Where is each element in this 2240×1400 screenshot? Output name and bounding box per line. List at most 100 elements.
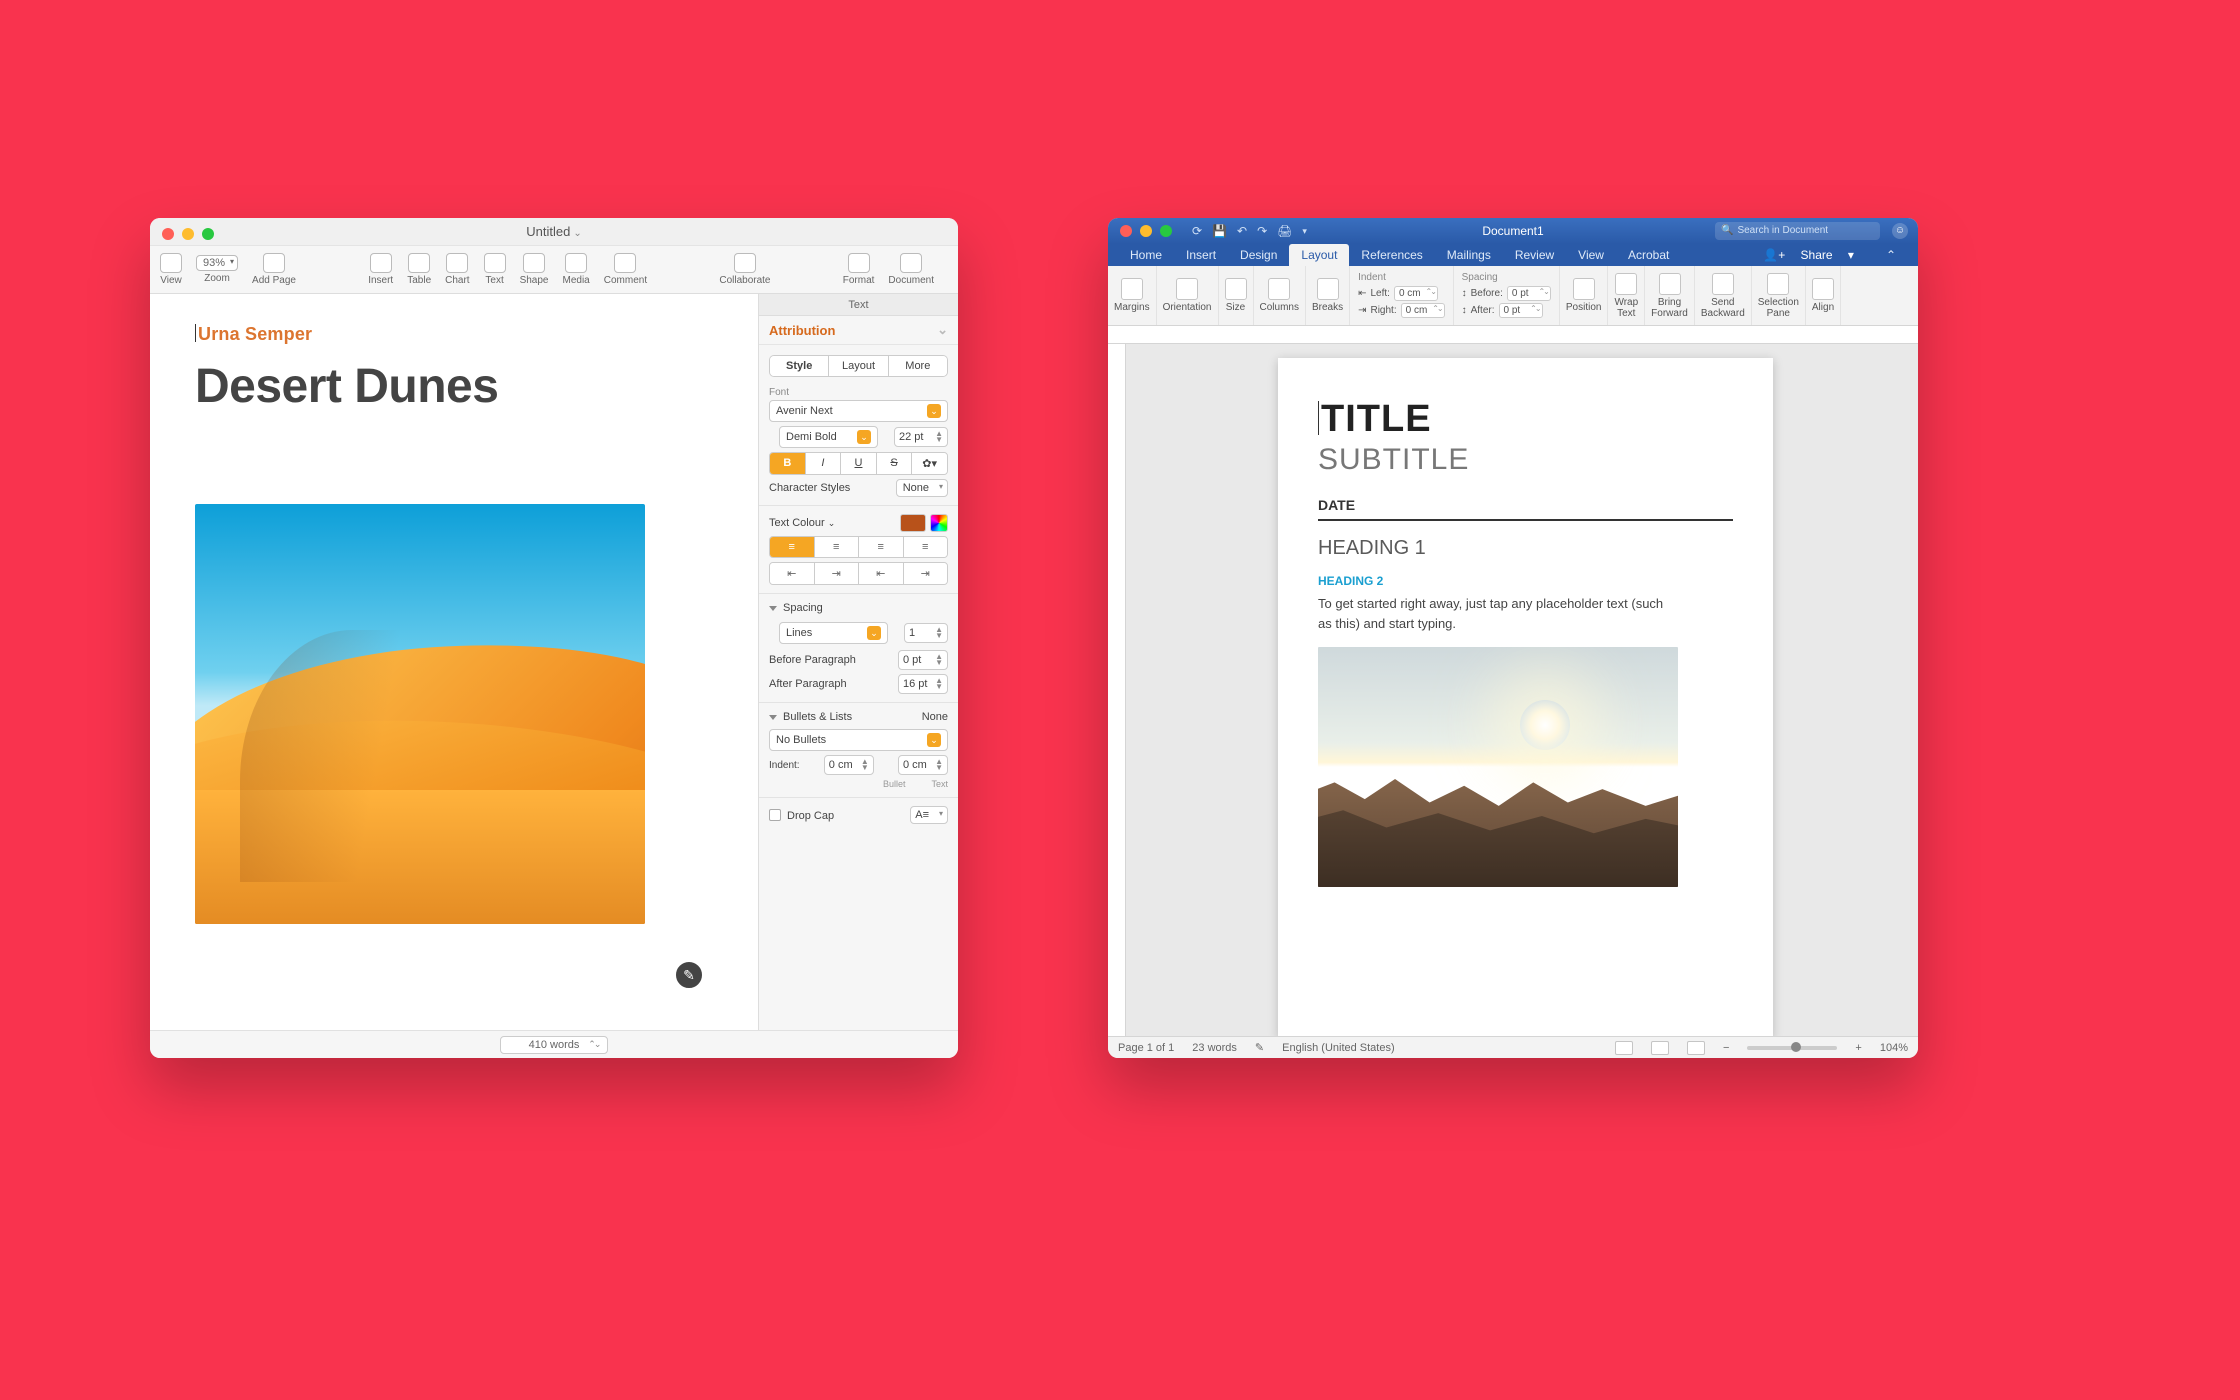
- spellcheck-icon[interactable]: ✎: [1255, 1041, 1264, 1054]
- tab-mailings[interactable]: Mailings: [1435, 244, 1503, 266]
- spacing-before-field[interactable]: 0 pt: [1507, 286, 1551, 301]
- position-button[interactable]: Position: [1560, 266, 1609, 325]
- italic-button[interactable]: I: [806, 453, 842, 474]
- language-status[interactable]: English (United States): [1282, 1042, 1395, 1054]
- indent-text-field[interactable]: 0 cm▲▼: [898, 755, 948, 775]
- format-button[interactable]: Format: [843, 253, 875, 286]
- zoom-in-button[interactable]: +: [1855, 1042, 1861, 1054]
- bring-forward-button[interactable]: Bring Forward: [1645, 266, 1695, 325]
- columns-button[interactable]: Columns: [1254, 266, 1306, 325]
- align-center-button[interactable]: ≡: [815, 537, 860, 557]
- heading2-placeholder[interactable]: HEADING 2: [1318, 574, 1733, 588]
- date-placeholder[interactable]: DATE: [1318, 497, 1733, 513]
- list-outdent-button[interactable]: ⇤: [859, 563, 904, 584]
- maximize-icon[interactable]: [1160, 225, 1172, 237]
- outdent-button[interactable]: ⇤: [770, 563, 815, 584]
- minimize-icon[interactable]: [182, 228, 194, 240]
- send-backward-button[interactable]: Send Backward: [1695, 266, 1752, 325]
- word-titlebar[interactable]: ⟳ 💾 ↶ ↷ 🖨 ▾ Document1 🔍Search in Documen…: [1108, 218, 1918, 244]
- shape-button[interactable]: Shape: [520, 253, 549, 286]
- document-button[interactable]: Document: [888, 253, 934, 286]
- page-status[interactable]: Page 1 of 1: [1118, 1042, 1174, 1054]
- inserted-image[interactable]: [1318, 647, 1678, 887]
- redo-icon[interactable]: ↷: [1257, 218, 1267, 244]
- before-para-field[interactable]: 0 pt▲▼: [898, 650, 948, 670]
- dropcap-checkbox[interactable]: [769, 809, 781, 821]
- chevron-down-icon[interactable]: ▾: [1302, 218, 1307, 244]
- bold-button[interactable]: B: [770, 453, 806, 474]
- horizontal-ruler[interactable]: [1108, 326, 1918, 344]
- word-count-status[interactable]: 23 words: [1192, 1042, 1237, 1054]
- share-button[interactable]: 👤+ Share ▾: [1751, 244, 1866, 266]
- dropcap-style-select[interactable]: A≡: [910, 806, 948, 824]
- align-right-button[interactable]: ≡: [859, 537, 904, 557]
- font-family-select[interactable]: Avenir Next⌄: [769, 400, 948, 422]
- bullets-disclosure[interactable]: Bullets & ListsNone: [769, 711, 948, 723]
- chevron-down-icon[interactable]: ⌄: [828, 518, 836, 528]
- close-icon[interactable]: [162, 228, 174, 240]
- indent-button[interactable]: ⇥: [815, 563, 860, 584]
- spacing-after-field[interactable]: 0 pt: [1499, 303, 1543, 318]
- heading1-placeholder[interactable]: HEADING 1: [1318, 537, 1733, 560]
- collapse-ribbon-icon[interactable]: ⌃: [1874, 244, 1908, 266]
- view-button[interactable]: View: [160, 253, 182, 286]
- segment-layout[interactable]: Layout: [829, 356, 888, 376]
- size-button[interactable]: Size: [1219, 266, 1254, 325]
- text-options-button[interactable]: ✿▾: [912, 453, 947, 474]
- media-button[interactable]: Media: [563, 253, 590, 286]
- maximize-icon[interactable]: [202, 228, 214, 240]
- inspector-segments[interactable]: Style Layout More: [769, 355, 948, 377]
- tab-design[interactable]: Design: [1228, 244, 1289, 266]
- text-button[interactable]: Text: [484, 253, 506, 286]
- orientation-button[interactable]: Orientation: [1157, 266, 1219, 325]
- body-placeholder[interactable]: To get started right away, just tap any …: [1318, 594, 1678, 633]
- indent-bullet-field[interactable]: 0 cm▲▼: [824, 755, 874, 775]
- underline-button[interactable]: U: [841, 453, 877, 474]
- word-count-select[interactable]: 410 words: [500, 1036, 609, 1054]
- bullet-style-select[interactable]: No Bullets⌄: [769, 729, 948, 751]
- spacing-value-field[interactable]: 1▲▼: [904, 623, 948, 643]
- font-size-field[interactable]: 22 pt▲▼: [894, 427, 948, 447]
- paragraph-style-select[interactable]: Attribution⌄: [759, 316, 958, 345]
- zoom-percent[interactable]: 104%: [1880, 1042, 1908, 1054]
- colour-picker-button[interactable]: [930, 514, 948, 532]
- breaks-button[interactable]: Breaks: [1306, 266, 1350, 325]
- indent-left-field[interactable]: 0 cm: [1394, 286, 1438, 301]
- align-left-button[interactable]: ≡: [770, 537, 815, 557]
- segment-style[interactable]: Style: [770, 356, 829, 376]
- author-text[interactable]: Urna Semper: [195, 324, 713, 345]
- title-placeholder[interactable]: TITLE: [1318, 398, 1733, 441]
- after-para-field[interactable]: 16 pt▲▼: [898, 674, 948, 694]
- table-button[interactable]: Table: [407, 253, 431, 286]
- bullets-select[interactable]: None: [922, 711, 948, 723]
- add-page-button[interactable]: Add Page: [252, 253, 296, 286]
- help-icon[interactable]: ☺: [1892, 223, 1908, 239]
- list-indent-button[interactable]: ⇥: [904, 563, 948, 584]
- tab-layout[interactable]: Layout: [1289, 244, 1349, 266]
- tab-review[interactable]: Review: [1503, 244, 1566, 266]
- zoom-control[interactable]: 93%Zoom: [196, 255, 238, 284]
- zoom-out-button[interactable]: −: [1723, 1042, 1729, 1054]
- text-colour-swatch[interactable]: [900, 514, 926, 532]
- image-action-badge[interactable]: ✎: [674, 960, 704, 990]
- chart-button[interactable]: Chart: [445, 253, 469, 286]
- document-canvas[interactable]: Urna Semper Desert Dunes ✎: [150, 294, 758, 1030]
- print-icon[interactable]: 🖨: [1277, 218, 1292, 244]
- tab-references[interactable]: References: [1349, 244, 1434, 266]
- window-title[interactable]: Untitled: [526, 224, 570, 239]
- vertical-ruler[interactable]: [1108, 344, 1126, 1036]
- document-title[interactable]: Desert Dunes: [195, 359, 713, 414]
- spacing-disclosure[interactable]: Spacing: [769, 602, 948, 614]
- zoom-select[interactable]: 93%: [196, 255, 238, 271]
- tab-acrobat[interactable]: Acrobat: [1616, 244, 1681, 266]
- strike-button[interactable]: S: [877, 453, 913, 474]
- chevron-down-icon[interactable]: ⌄: [573, 228, 581, 239]
- tab-insert[interactable]: Insert: [1174, 244, 1228, 266]
- align-justify-button[interactable]: ≡: [904, 537, 948, 557]
- inspector-tab[interactable]: Text: [759, 294, 958, 316]
- character-styles-select[interactable]: None: [896, 479, 948, 497]
- web-layout-button[interactable]: [1687, 1041, 1705, 1055]
- insert-button[interactable]: Insert: [368, 253, 393, 286]
- close-icon[interactable]: [1120, 225, 1132, 237]
- collaborate-button[interactable]: Collaborate: [719, 253, 770, 286]
